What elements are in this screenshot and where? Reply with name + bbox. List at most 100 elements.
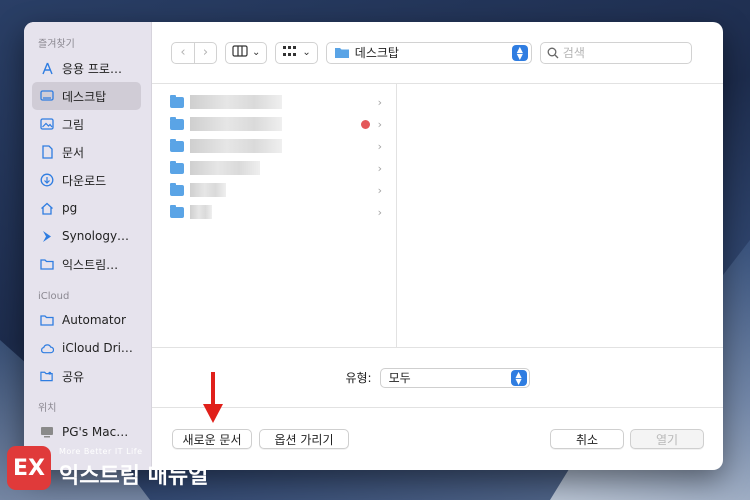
shared-folder-icon: [40, 369, 54, 383]
sidebar-item-label: PG's Mac…: [62, 425, 129, 439]
sidebar-item-label: Synology…: [62, 229, 130, 243]
chevron-right-icon: ›: [377, 183, 382, 197]
folder-icon: [170, 160, 184, 174]
folder-icon: [170, 94, 184, 108]
folder-icon: [170, 138, 184, 152]
logo-text: More Better IT Life 익스트림 매뉴얼: [59, 447, 208, 490]
toolbar: ‹ › ⌄ ⌄ 데스크탑 ▲ ▼: [152, 22, 723, 84]
location-label: 데스크탑: [354, 46, 399, 60]
sidebar-item-applications[interactable]: 응용 프로…: [32, 54, 141, 82]
sidebar-item-label: 다운로드: [62, 173, 107, 188]
sidebar-item-home[interactable]: pg: [32, 194, 141, 222]
location-popup[interactable]: 데스크탑 ▲ ▼: [325, 41, 532, 64]
back-button[interactable]: ‹: [172, 43, 194, 63]
applications-icon: [40, 61, 54, 75]
sidebar-item-label: iCloud Dri…: [62, 341, 133, 355]
folder-icon: [40, 313, 54, 327]
cloud-icon: [40, 341, 54, 355]
list-item[interactable]: ›: [170, 138, 382, 154]
sidebar-item-label: 데스크탑: [62, 89, 107, 104]
documents-icon: [40, 145, 54, 159]
format-label: 유형:: [345, 371, 372, 385]
logo-badge: EX: [7, 446, 51, 490]
file-browser: › › › › › ›: [152, 84, 723, 348]
home-icon: [40, 201, 54, 215]
open-dialog: 즐겨찾기 응용 프로… 데스크탑 그림 문서 다운로드 pg Synology……: [24, 22, 723, 470]
sidebar-item-pictures[interactable]: 그림: [32, 110, 141, 138]
sidebar-item-automator[interactable]: Automator: [32, 306, 141, 334]
chevron-down-icon: ⌄: [252, 47, 261, 58]
sidebar-item-label: pg: [62, 201, 78, 215]
blurred-name: [190, 117, 282, 131]
grid-icon: [282, 45, 298, 60]
open-button[interactable]: 열기: [630, 429, 704, 449]
chevron-right-icon: ›: [377, 139, 382, 153]
search-icon: [547, 47, 559, 59]
blurred-name: [190, 139, 282, 153]
blurred-name: [190, 183, 226, 197]
folder-icon: [334, 47, 349, 58]
search-input[interactable]: [562, 45, 683, 60]
sidebar-section-icloud: iCloud: [38, 291, 70, 302]
folder-icon: [170, 116, 184, 130]
up-down-arrows-icon: ▲ ▼: [510, 369, 527, 386]
sidebar-item-downloads[interactable]: 다운로드: [32, 166, 141, 194]
bottom-bar: 새로운 문서 옵션 가리기 취소 열기: [152, 408, 723, 470]
chevron-right-icon: ›: [377, 117, 382, 131]
list-item[interactable]: ›: [170, 94, 382, 110]
sidebar-item-documents[interactable]: 문서: [32, 138, 141, 166]
sidebar-item-label: 응용 프로…: [62, 61, 122, 76]
sidebar-item-synology[interactable]: Synology…: [32, 222, 141, 250]
chevron-right-icon: ›: [377, 161, 382, 175]
nav-buttons: ‹ ›: [171, 41, 217, 64]
synology-icon: [40, 229, 54, 243]
blurred-name: [190, 205, 212, 219]
forward-button[interactable]: ›: [194, 42, 216, 63]
sidebar: 즐겨찾기 응용 프로… 데스크탑 그림 문서 다운로드 pg Synology……: [24, 22, 152, 470]
computer-icon: [40, 425, 54, 439]
browser-column-1: › › › › › ›: [152, 84, 397, 347]
red-arrow-annotation: [203, 372, 223, 423]
cancel-button[interactable]: 취소: [550, 429, 624, 449]
search-field[interactable]: [539, 41, 692, 64]
logo-tagline: More Better IT Life: [59, 446, 143, 456]
sidebar-section-locations: 위치: [38, 403, 57, 414]
watermark-logo: EX More Better IT Life 익스트림 매뉴얼: [7, 440, 208, 496]
sidebar-section-favorites: 즐겨찾기: [38, 39, 75, 50]
columns-view-icon: [232, 45, 248, 60]
sidebar-item-label: 공유: [62, 369, 85, 384]
sidebar-item-label: Automator: [62, 313, 126, 327]
list-item[interactable]: ›: [170, 116, 382, 132]
format-select[interactable]: 모두 ▲ ▼: [379, 367, 530, 388]
sidebar-item-extreme[interactable]: 익스트림…: [32, 250, 141, 278]
list-item[interactable]: ›: [170, 160, 382, 176]
red-tag-icon: [361, 119, 370, 129]
chevron-down-icon: ⌄: [302, 47, 311, 58]
group-by-button[interactable]: ⌄: [275, 41, 318, 64]
view-mode-button[interactable]: ⌄: [225, 41, 268, 64]
sidebar-item-shared[interactable]: 공유: [32, 362, 141, 390]
blurred-name: [190, 95, 282, 109]
format-row: 유형: 모두 ▲ ▼: [152, 348, 723, 408]
downloads-icon: [40, 173, 54, 187]
chevron-left-icon: ‹: [180, 45, 186, 60]
sidebar-item-desktop[interactable]: 데스크탑: [32, 82, 141, 110]
sidebar-item-label: 그림: [62, 117, 85, 132]
hide-options-button[interactable]: 옵션 가리기: [259, 429, 349, 449]
logo-name: 익스트림 매뉴얼: [59, 463, 209, 489]
folder-icon: [170, 182, 184, 196]
list-item[interactable]: ›: [170, 182, 382, 198]
format-value: 모두: [388, 371, 411, 385]
folder-icon: [40, 257, 54, 271]
sidebar-item-icloud-drive[interactable]: iCloud Dri…: [32, 334, 141, 362]
sidebar-item-label: 익스트림…: [62, 257, 119, 272]
list-item[interactable]: ›: [170, 204, 382, 220]
pictures-icon: [40, 117, 54, 131]
chevron-right-icon: ›: [202, 45, 209, 60]
folder-icon: [170, 204, 184, 218]
desktop-icon: [40, 89, 54, 103]
chevron-right-icon: ›: [377, 95, 382, 109]
sidebar-item-label: 문서: [62, 145, 85, 160]
blurred-name: [190, 161, 260, 175]
chevron-right-icon: ›: [377, 205, 382, 219]
